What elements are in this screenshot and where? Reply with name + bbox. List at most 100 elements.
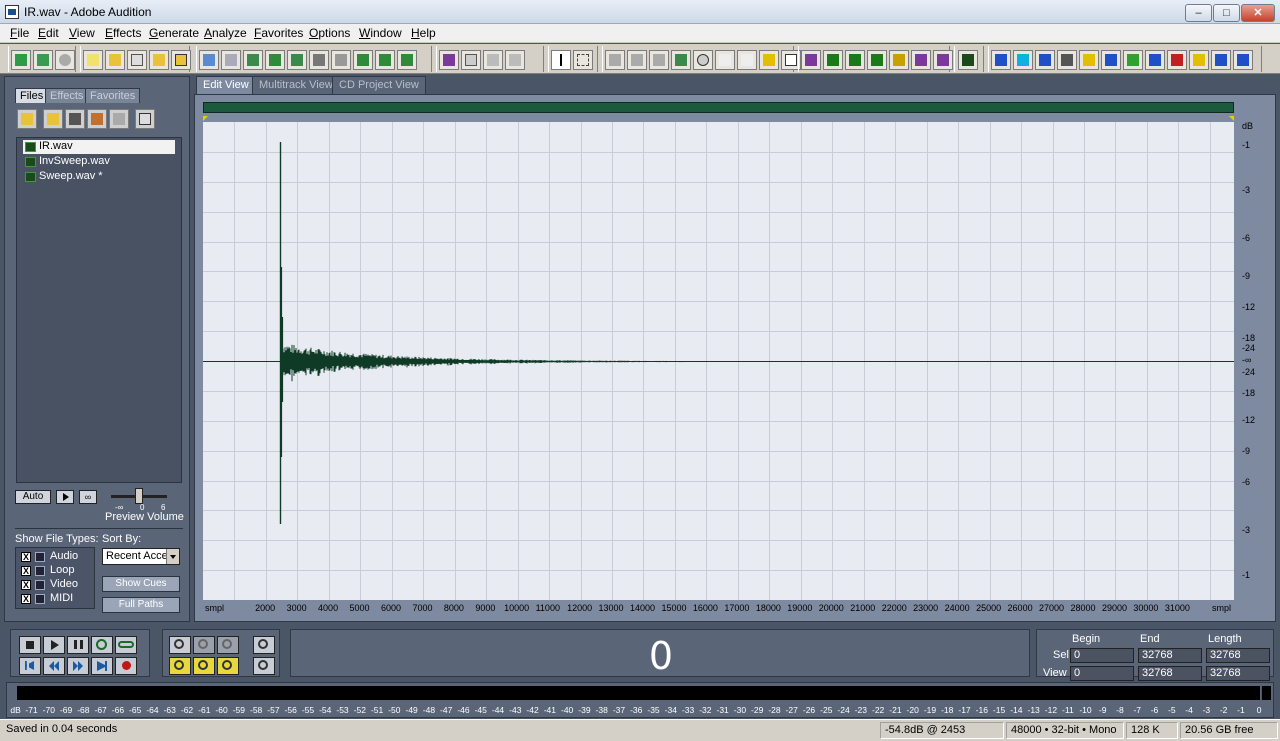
mix-paste-icon[interactable] [375,50,395,70]
view-begin-field[interactable]: 0 [1070,666,1134,681]
view-end-marker[interactable] [1229,116,1234,121]
tab-cd-project-view[interactable]: CD Project View [332,76,426,94]
analysis-itu-icon[interactable] [1211,50,1231,70]
scope-icon[interactable] [958,50,978,70]
zoom-full-icon[interactable] [217,636,239,654]
checkbox[interactable]: X [21,566,31,576]
checkbox[interactable]: X [21,594,31,604]
menu-view[interactable]: View [69,26,95,40]
preview-volume-slider[interactable]: -∞ 0 6 [107,487,173,512]
show-cues-button[interactable]: Show Cues [102,576,180,592]
analysis-sti-icon[interactable] [1233,50,1253,70]
stop-button[interactable] [19,636,41,654]
waveform-overview-bar[interactable] [203,102,1234,113]
analysis-xrp-icon[interactable] [1035,50,1055,70]
analysis-5-icon[interactable] [1079,50,1099,70]
undo-icon[interactable] [199,50,219,70]
view-length-field[interactable]: 32768 [1206,666,1270,681]
app-icon[interactable] [5,5,19,19]
edit-file-icon[interactable] [109,109,129,129]
menu-effects[interactable]: Effects [105,26,141,40]
copy-icon[interactable] [287,50,307,70]
paste-new-icon[interactable] [353,50,373,70]
save-all-icon[interactable] [171,50,191,70]
analysis-8-icon[interactable] [1145,50,1165,70]
cut-icon[interactable] [309,50,329,70]
grid-alt-icon[interactable] [505,50,525,70]
analysis-10-icon[interactable] [1189,50,1209,70]
waveform-display[interactable] [203,122,1234,600]
view-start-marker[interactable] [203,116,208,121]
zoom-to-right-icon[interactable] [193,657,215,675]
file-item-invsweep[interactable]: InvSweep.wav [23,155,175,169]
checkbox[interactable]: X [21,552,31,562]
tab-favorites[interactable]: Favorites [85,88,141,103]
go-to-beginning-button[interactable] [19,657,41,675]
menu-analyze[interactable]: Analyze [204,26,247,40]
zoom-in-vertical-icon[interactable] [253,636,275,654]
chevron-down-icon[interactable] [166,549,179,564]
auto-play-button[interactable]: Auto [15,490,51,504]
sort-by-select[interactable]: Recent Acce [102,548,180,565]
copy-to-new-icon[interactable] [265,50,285,70]
menu-file[interactable]: File [10,26,29,40]
file-type-video[interactable]: X Video [20,578,94,592]
grid-view-icon[interactable] [483,50,503,70]
show-effects-icon[interactable] [627,50,647,70]
slider-thumb[interactable] [135,488,143,504]
open-file-icon[interactable] [105,50,125,70]
effect-6-icon[interactable] [911,50,931,70]
menu-generate[interactable]: Generate [149,26,199,40]
show-levels-icon[interactable] [759,50,779,70]
show-transport-icon[interactable] [671,50,691,70]
zoom-in-horizontal-icon[interactable] [169,636,191,654]
sel-length-field[interactable]: 32768 [1206,648,1270,663]
effect-5-icon[interactable] [889,50,909,70]
trim-icon[interactable] [397,50,417,70]
sel-begin-field[interactable]: 0 [1070,648,1134,663]
menu-window[interactable]: Window [359,26,402,40]
view-end-field[interactable]: 32768 [1138,666,1202,681]
save-as-icon[interactable] [149,50,169,70]
menu-help[interactable]: Help [411,26,436,40]
play-button[interactable] [43,636,65,654]
show-time-icon[interactable] [715,50,735,70]
multitrack-toggle-icon[interactable] [33,50,53,70]
effect-lvl-icon[interactable] [867,50,887,70]
minimize-button[interactable]: – [1185,4,1212,22]
menu-edit[interactable]: Edit [38,26,59,40]
zoom-to-left-icon[interactable] [169,657,191,675]
sel-end-field[interactable]: 32768 [1138,648,1202,663]
show-files-icon[interactable] [605,50,625,70]
analysis-mc-icon[interactable] [1013,50,1033,70]
insert-into-multitrack-icon[interactable] [87,109,107,129]
effect-1-icon[interactable] [801,50,821,70]
file-type-audio[interactable]: X Audio [20,550,94,564]
close-file-icon[interactable] [65,109,85,129]
marquee-tool-icon[interactable] [573,50,593,70]
tab-files[interactable]: Files [15,88,49,103]
analysis-9-icon[interactable] [1167,50,1187,70]
cd-view-toggle-icon[interactable] [55,50,75,70]
maximize-button[interactable]: □ [1213,4,1240,22]
record-button[interactable] [115,657,137,675]
show-favorites-icon[interactable] [649,50,669,70]
effect-7-icon[interactable] [933,50,953,70]
analysis-ap-icon[interactable] [991,50,1011,70]
redo-icon[interactable] [221,50,241,70]
menu-favorites[interactable]: Favorites [254,26,303,40]
loop-button[interactable] [115,636,137,654]
level-meter-clip-indicator[interactable] [1261,686,1271,700]
save-file-icon[interactable] [127,50,147,70]
new-file-icon[interactable] [83,50,103,70]
paste-icon[interactable] [331,50,351,70]
file-item-sweep[interactable]: Sweep.wav * [23,170,175,184]
rewind-button[interactable] [43,657,65,675]
show-selection-icon[interactable] [737,50,757,70]
waveform-view-icon[interactable] [439,50,459,70]
time-ruler[interactable]: smpl 2000 3000 4000 5000 6000 7000 8000 9000 1000… [203,600,1234,616]
file-type-midi[interactable]: X MIDI [20,592,94,606]
zoom-out-vertical-icon[interactable] [253,657,275,675]
effect-irs-icon[interactable] [823,50,843,70]
analysis-6-icon[interactable] [1101,50,1121,70]
